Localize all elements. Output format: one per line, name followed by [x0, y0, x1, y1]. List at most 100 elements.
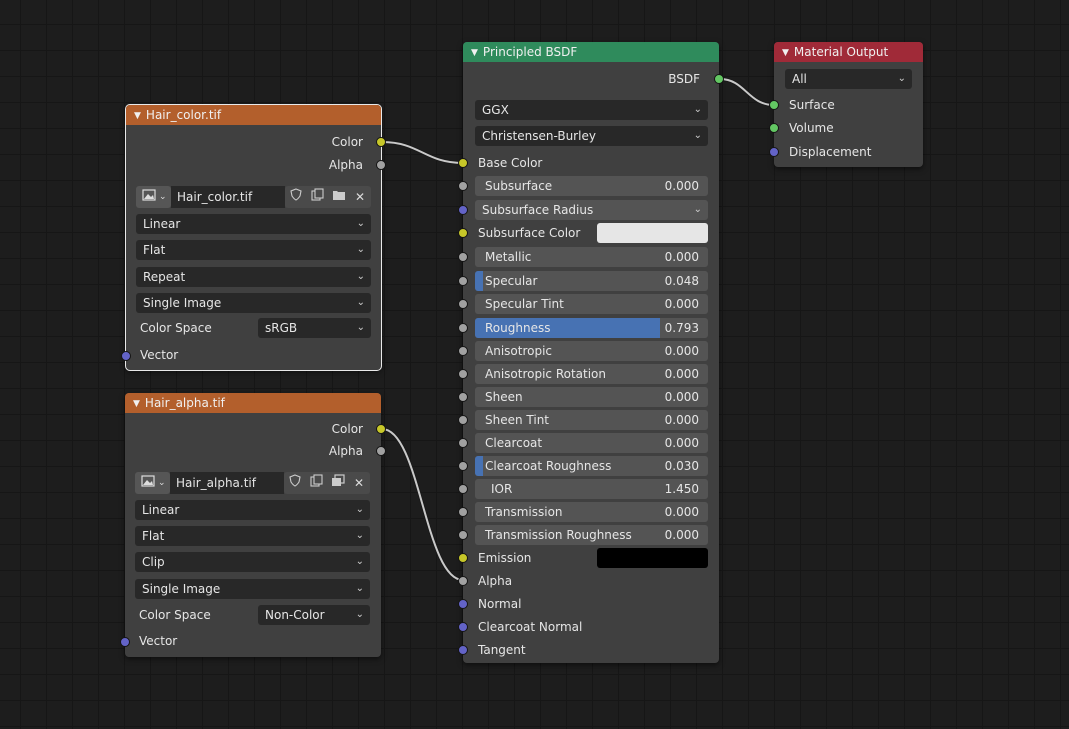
input-anisotropic-socket[interactable] — [458, 346, 468, 356]
output-bsdf-socket[interactable] — [714, 74, 724, 84]
subsurface-radius-dropdown[interactable]: Subsurface Radius ⌄ — [475, 200, 708, 220]
node-title: Material Output — [793, 45, 889, 59]
ior-field[interactable]: IOR 1.450 — [475, 479, 708, 499]
emission-color-swatch[interactable] — [597, 548, 708, 568]
duplicate-icon[interactable] — [306, 186, 328, 208]
unlink-x-icon[interactable]: ✕ — [348, 472, 370, 494]
fake-user-shield-icon[interactable] — [284, 472, 306, 494]
specular-slider[interactable]: Specular 0.048 — [475, 271, 708, 291]
input-clearcoat-roughness-socket[interactable] — [458, 461, 468, 471]
specular-tint-slider[interactable]: Specular Tint 0.000 — [475, 294, 708, 314]
node-header[interactable]: ▼ Hair_alpha.tif — [125, 393, 381, 413]
input-vector-socket[interactable] — [121, 351, 131, 361]
hair-alpha-node[interactable]: ▼ Hair_alpha.tif Color Alpha ⌄ Hair_alpha… — [120, 393, 386, 657]
slider-value: 0.000 — [664, 250, 699, 264]
image-browse-icon — [137, 472, 159, 494]
input-transmission-roughness-socket[interactable] — [458, 530, 468, 540]
image-name-field[interactable]: Hair_alpha.tif — [170, 472, 284, 494]
slider-value: 0.000 — [664, 505, 699, 519]
extension-dropdown[interactable]: Clip ⌄ — [135, 552, 370, 572]
input-tangent-socket[interactable] — [458, 645, 468, 655]
material-output-node[interactable]: ▼ Material Output All ⌄ Surface Volume Dis… — [769, 42, 923, 167]
sheen-tint-slider[interactable]: Sheen Tint 0.000 — [475, 410, 708, 430]
output-color-label: Color — [331, 422, 363, 436]
interpolation-dropdown[interactable]: Linear ⌄ — [135, 500, 370, 520]
chevron-down-icon: ⌄ — [356, 244, 365, 255]
input-sheen-socket[interactable] — [458, 392, 468, 402]
color-space-dropdown[interactable]: sRGB ⌄ — [258, 318, 371, 338]
clearcoat-roughness-slider[interactable]: Clearcoat Roughness 0.030 — [475, 456, 708, 476]
transmission-roughness-slider[interactable]: Transmission Roughness 0.000 — [475, 525, 708, 545]
subsurface-color-swatch[interactable] — [597, 223, 708, 243]
anisotropic-slider[interactable]: Anisotropic 0.000 — [475, 341, 708, 361]
fake-user-shield-icon[interactable] — [285, 186, 307, 208]
output-alpha-socket[interactable] — [376, 160, 386, 170]
input-alpha-socket[interactable] — [458, 576, 468, 586]
input-clearcoat-socket[interactable] — [458, 438, 468, 448]
node-title: Principled BSDF — [482, 45, 578, 59]
unlink-x-icon[interactable]: ✕ — [349, 186, 371, 208]
target-dropdown[interactable]: All ⌄ — [785, 69, 912, 89]
source-dropdown[interactable]: Single Image ⌄ — [136, 293, 371, 313]
extension-dropdown[interactable]: Repeat ⌄ — [136, 267, 371, 287]
collapse-triangle-icon[interactable]: ▼ — [471, 48, 478, 58]
source-dropdown[interactable]: Single Image ⌄ — [135, 579, 370, 599]
metallic-slider[interactable]: Metallic 0.000 — [475, 247, 708, 267]
hair-color-node[interactable]: ▼ Hair_color.tif Color Alpha ⌄ Hair_color… — [121, 104, 386, 371]
open-folder-icon[interactable] — [328, 186, 350, 208]
input-subsurface-color-socket[interactable] — [458, 228, 468, 238]
input-anisotropic-rotation-socket[interactable] — [458, 369, 468, 379]
input-normal-socket[interactable] — [458, 599, 468, 609]
input-subsurface-radius-socket[interactable] — [458, 205, 468, 215]
roughness-slider[interactable]: Roughness 0.793 — [475, 318, 708, 338]
input-sheen-tint-socket[interactable] — [458, 415, 468, 425]
input-volume-socket[interactable] — [769, 123, 779, 133]
clearcoat-slider[interactable]: Clearcoat 0.000 — [475, 433, 708, 453]
image-browse-button[interactable]: ⌄ — [136, 186, 171, 208]
projection-dropdown[interactable]: Flat ⌄ — [135, 526, 370, 546]
node-title: Hair_color.tif — [145, 108, 222, 122]
collapse-triangle-icon[interactable]: ▼ — [133, 399, 140, 409]
input-surface-socket[interactable] — [769, 100, 779, 110]
input-vector-socket[interactable] — [120, 637, 130, 647]
projection-dropdown[interactable]: Flat ⌄ — [136, 240, 371, 260]
input-clearcoat-normal-socket[interactable] — [458, 622, 468, 632]
input-transmission-socket[interactable] — [458, 507, 468, 517]
node-header[interactable]: ▼ Hair_color.tif — [126, 105, 381, 125]
transmission-slider[interactable]: Transmission 0.000 — [475, 502, 708, 522]
input-displacement-socket[interactable] — [769, 147, 779, 157]
slider-label: Anisotropic — [485, 344, 553, 358]
input-specular-tint-socket[interactable] — [458, 299, 468, 309]
duplicate-icon[interactable] — [305, 472, 327, 494]
output-alpha-socket[interactable] — [376, 446, 386, 456]
extension-value: Clip — [142, 555, 165, 569]
distribution-dropdown[interactable]: GGX ⌄ — [475, 100, 708, 120]
reload-icon[interactable] — [327, 472, 349, 494]
output-alpha-label: Alpha — [328, 444, 363, 458]
image-name-field[interactable]: Hair_color.tif — [171, 186, 285, 208]
output-color-socket[interactable] — [376, 424, 386, 434]
input-specular-socket[interactable] — [458, 276, 468, 286]
interpolation-dropdown[interactable]: Linear ⌄ — [136, 214, 371, 234]
sheen-slider[interactable]: Sheen 0.000 — [475, 387, 708, 407]
subsurface-slider[interactable]: Subsurface 0.000 — [475, 176, 708, 196]
node-header[interactable]: ▼ Principled BSDF — [463, 42, 719, 62]
chevron-down-icon: ⌄ — [693, 204, 702, 215]
color-space-dropdown[interactable]: Non-Color ⌄ — [258, 605, 370, 625]
collapse-triangle-icon[interactable]: ▼ — [134, 111, 141, 121]
subsurface-method-dropdown[interactable]: Christensen-Burley ⌄ — [475, 126, 708, 146]
collapse-triangle-icon[interactable]: ▼ — [782, 48, 789, 58]
interpolation-value: Linear — [143, 217, 181, 231]
input-roughness-socket[interactable] — [458, 323, 468, 333]
input-ior-socket[interactable] — [458, 484, 468, 494]
anisotropic-rotation-slider[interactable]: Anisotropic Rotation 0.000 — [475, 364, 708, 384]
input-emission-socket[interactable] — [458, 553, 468, 563]
image-browse-button[interactable]: ⌄ — [135, 472, 170, 494]
link-bsdf-to-surface — [719, 77, 775, 107]
input-subsurface-socket[interactable] — [458, 181, 468, 191]
input-base-color-socket[interactable] — [458, 158, 468, 168]
input-metallic-socket[interactable] — [458, 252, 468, 262]
output-color-socket[interactable] — [376, 137, 386, 147]
principled-bsdf-node[interactable]: ▼ Principled BSDF BSDF GGX ⌄ Christensen-B… — [458, 42, 724, 663]
node-header[interactable]: ▼ Material Output — [774, 42, 923, 62]
